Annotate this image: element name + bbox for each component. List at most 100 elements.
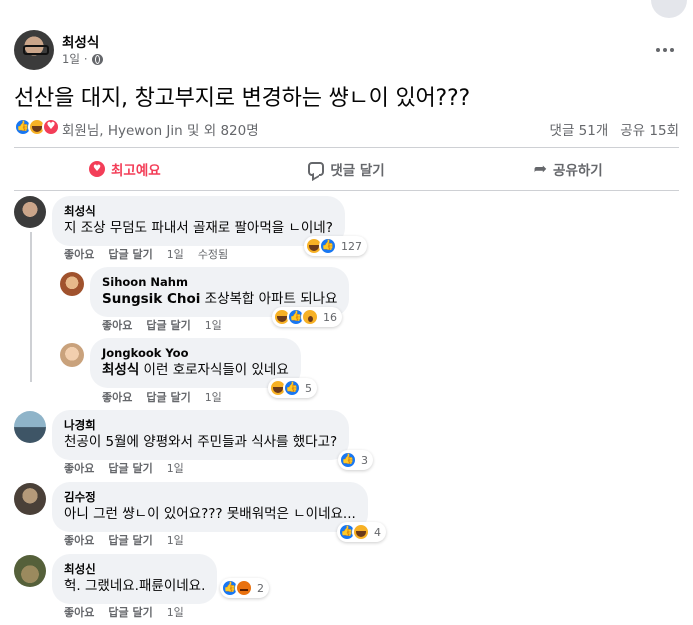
- comment-actions: 좋아요 답글 달기 1일: [64, 460, 198, 476]
- comment-text-body: 이런 호로자식들이 있네요: [139, 362, 289, 378]
- post-meta: 1일 ·: [62, 51, 103, 67]
- like-reaction-icon: 👍: [283, 379, 301, 397]
- comment-reactions[interactable]: 👍 2: [220, 578, 269, 598]
- reaction-icons[interactable]: 👍 ♥: [14, 118, 60, 136]
- love-reaction-icon: ♥: [42, 118, 60, 136]
- comment-actions: 좋아요 답글 달기 1일: [64, 604, 198, 620]
- comment-text: 아니 그런 썅ㄴ이 있어요??? 못배워먹은 ㄴ이네요...: [64, 506, 356, 522]
- comment-reply-button[interactable]: 답글 달기: [146, 319, 190, 332]
- comment-author[interactable]: Sihoon Nahm: [102, 275, 337, 290]
- comment-time[interactable]: 1일: [205, 391, 222, 404]
- comment-avatar[interactable]: [14, 483, 46, 515]
- dot-icon: [663, 48, 667, 52]
- comment-like-button[interactable]: 좋아요: [64, 462, 94, 475]
- more-options-button[interactable]: [651, 36, 679, 64]
- like-reaction-icon: 👍: [319, 237, 337, 255]
- dot-icon: [656, 48, 660, 52]
- comment-icon: [308, 162, 325, 176]
- reply-avatar[interactable]: [60, 272, 84, 296]
- comment-like-button[interactable]: 좋아요: [102, 391, 132, 404]
- comment-author[interactable]: 최성신: [64, 562, 205, 577]
- comment-text: 지 조상 무덤도 파내서 골재로 팔아먹을 ㄴ이네?: [64, 220, 333, 236]
- comment-button-label: 댓글 달기: [330, 163, 385, 179]
- comment-author[interactable]: 최성식: [64, 204, 333, 219]
- comment-reactions[interactable]: 👍 127: [304, 236, 367, 256]
- comment-reactions[interactable]: 👍 5: [268, 378, 317, 398]
- haha-reaction-icon: [352, 523, 370, 541]
- wow-reaction-icon: [301, 308, 319, 326]
- reaction-count: 3: [361, 453, 368, 467]
- share-count[interactable]: 공유 15회: [620, 123, 679, 139]
- top-reaction-button[interactable]: ♥ 최고예요: [14, 152, 236, 186]
- comment-like-button[interactable]: 좋아요: [64, 606, 94, 619]
- engagement-counts: 댓글 51개 공유 15회: [550, 119, 679, 139]
- comment-text: 헉. 그랬네요.패륜이네요.: [64, 578, 206, 594]
- comment-time[interactable]: 1일: [167, 462, 184, 475]
- comment-actions: 좋아요 답글 달기 1일: [102, 389, 236, 405]
- comment-avatar[interactable]: [14, 411, 46, 443]
- comment-reply-button[interactable]: 답글 달기: [108, 606, 152, 619]
- comment-like-button[interactable]: 좋아요: [64, 534, 94, 547]
- share-icon: ➦: [533, 159, 548, 178]
- comment-bubble: 최성식 지 조상 무덤도 파내서 골재로 팔아먹을 ㄴ이네?: [52, 196, 345, 246]
- reply-avatar[interactable]: [60, 343, 84, 367]
- comment-author[interactable]: Jongkook Yoo: [102, 346, 289, 361]
- top-round-button[interactable]: [651, 0, 687, 18]
- comment-actions: 좋아요 답글 달기 1일: [64, 532, 198, 548]
- share-button-label: 공유하기: [553, 163, 603, 179]
- author-avatar[interactable]: [14, 30, 54, 70]
- comment-time[interactable]: 1일: [167, 534, 184, 547]
- comment-bubble: 최성신 헉. 그랬네요.패륜이네요.: [52, 554, 218, 604]
- comment-like-button[interactable]: 좋아요: [64, 248, 94, 261]
- reaction-count: 16: [323, 310, 337, 324]
- comment-time[interactable]: 1일: [167, 248, 184, 261]
- comment-actions: 좋아요 답글 달기 1일 수정됨: [64, 246, 242, 262]
- comment-reactions[interactable]: 👍 3: [338, 450, 373, 470]
- liked-by-text[interactable]: 회원님, Hyewon Jin 및 외 820명: [62, 119, 259, 139]
- comment-author[interactable]: 김수정: [64, 490, 356, 505]
- comment-button[interactable]: 댓글 달기: [236, 152, 458, 186]
- mention-tag[interactable]: 최성식: [102, 362, 139, 378]
- thread-line: [30, 232, 32, 382]
- comment-avatar[interactable]: [14, 555, 46, 587]
- post-time[interactable]: 1일: [62, 51, 80, 67]
- comment-edited-label: 수정됨: [197, 248, 229, 261]
- post-text: 선산을 대지, 창고부지로 변경하는 썅ㄴ이 있어???: [14, 86, 470, 111]
- comment-reactions[interactable]: 👍 16: [272, 307, 342, 327]
- share-button[interactable]: ➦ 공유하기: [457, 152, 679, 186]
- reaction-count: 5: [305, 381, 312, 395]
- comment-reactions[interactable]: 👍 4: [337, 522, 386, 542]
- comment-bubble: 나경희 천공이 5월에 양평와서 주민들과 식사를 했다고?: [52, 410, 350, 460]
- comment-avatar[interactable]: [14, 196, 46, 228]
- comment-reply-button[interactable]: 답글 달기: [108, 534, 152, 547]
- comment-time[interactable]: 1일: [167, 606, 184, 619]
- dot-icon: [670, 48, 674, 52]
- comment-time[interactable]: 1일: [205, 319, 222, 332]
- meta-dot: ·: [83, 52, 88, 66]
- comment-reply-button[interactable]: 답글 달기: [108, 248, 152, 261]
- comment-actions: 좋아요 답글 달기 1일: [102, 317, 236, 333]
- comment-bubble: 김수정 아니 그런 썅ㄴ이 있어요??? 못배워먹은 ㄴ이네요...: [52, 482, 368, 532]
- reply-bubble: Jongkook Yoo 최성식 이런 호로자식들이 있네요: [90, 338, 301, 388]
- post-header: 최성식 1일 ·: [14, 30, 679, 70]
- angry-reaction-icon: [235, 579, 253, 597]
- divider: [14, 147, 679, 148]
- top-reaction-label: 최고예요: [110, 163, 161, 179]
- heart-icon: ♥: [88, 161, 105, 177]
- comment-reply-button[interactable]: 답글 달기: [108, 462, 152, 475]
- comment-text-body: 조상복합 아파트 되나요: [200, 291, 338, 307]
- post-action-bar: ♥ 최고예요 댓글 달기 ➦ 공유하기: [14, 152, 679, 186]
- comment-text: 천공이 5월에 양평와서 주민들과 식사를 했다고?: [64, 434, 338, 450]
- mention-tag[interactable]: Sungsik Choi: [102, 291, 200, 307]
- reaction-count: 4: [374, 525, 381, 539]
- comment-reply-button[interactable]: 답글 달기: [146, 391, 190, 404]
- comment-author[interactable]: 나경희: [64, 418, 337, 433]
- comment-like-button[interactable]: 좋아요: [102, 319, 132, 332]
- author-name[interactable]: 최성식: [62, 31, 99, 51]
- reactions-summary: 👍 ♥ 회원님, Hyewon Jin 및 외 820명 댓글 51개 공유 15…: [14, 118, 679, 139]
- divider: [14, 190, 679, 191]
- like-reaction-icon: 👍: [339, 451, 357, 469]
- reaction-count: 127: [341, 239, 362, 253]
- globe-icon: [91, 53, 103, 65]
- comment-count[interactable]: 댓글 51개: [550, 123, 609, 139]
